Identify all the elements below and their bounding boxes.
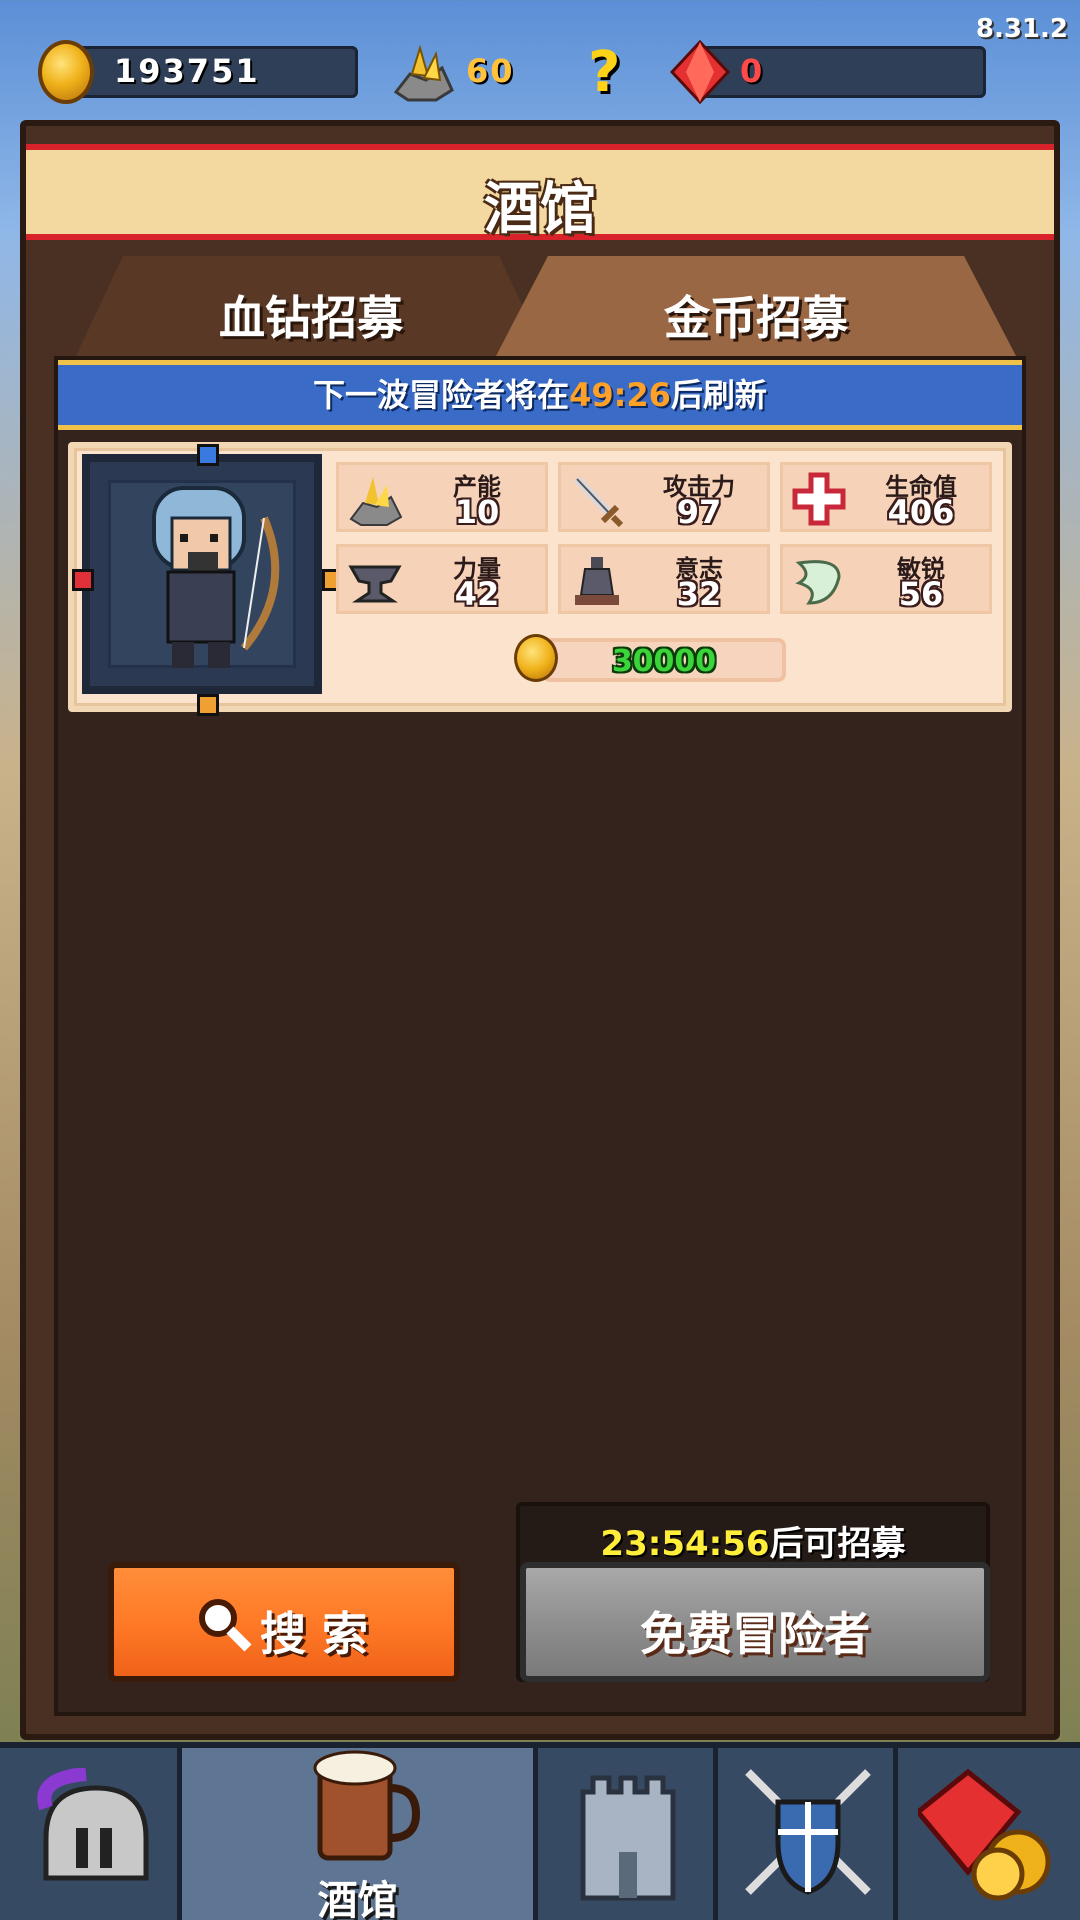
free-adventurer-label: 免费冒险者 <box>640 1607 870 1661</box>
refresh-banner: 下一波冒险者将在49:26后刷新 <box>58 360 1022 430</box>
ore-amount: 60 <box>466 52 515 90</box>
stat-attack: 攻击力 97 <box>558 462 770 532</box>
price-amount: 30000 <box>611 644 717 679</box>
panel-title: 酒馆 <box>484 177 596 242</box>
free-timer-countdown: 23:54:56 <box>600 1524 770 1564</box>
stat-productivity: 产能 10 <box>336 462 548 532</box>
ore-icon <box>349 477 403 526</box>
stat-value: 406 <box>887 493 955 531</box>
statue-icon <box>575 557 619 605</box>
tab-gold-recruit[interactable]: 金币招募 <box>496 256 1016 356</box>
stat-value: 32 <box>676 575 722 613</box>
stat-value: 56 <box>898 575 944 613</box>
wing-icon <box>795 560 841 605</box>
nav-item-tavern[interactable]: 酒馆 <box>182 1748 538 1920</box>
panel-title-bar: 酒馆 <box>26 144 1054 242</box>
crossed-swords-shield-icon <box>745 1769 871 1895</box>
free-timer-suffix: 后可招募 <box>769 1524 906 1564</box>
nav-item-shop[interactable] <box>898 1748 1080 1920</box>
free-recruit-timer: 23:54:56后可招募 <box>520 1516 986 1565</box>
stat-health: 生命值 406 <box>780 462 992 532</box>
gold-resource: 193751 <box>38 40 358 104</box>
portrait-corner-bottom <box>197 694 219 716</box>
tab-label: 金币招募 <box>664 291 848 345</box>
red-gem-icon <box>670 40 730 104</box>
stat-value: 97 <box>676 493 722 531</box>
tavern-panel: 酒馆 血钻招募 金币招募 下一波冒险者将在49:26后刷新 产能 10 攻击力 … <box>20 120 1060 1740</box>
tab-label: 血钻招募 <box>219 291 403 345</box>
portrait-corner-top <box>197 444 219 466</box>
portrait-corner-left <box>72 569 94 591</box>
refresh-suffix: 后刷新 <box>670 376 767 414</box>
gem-resource: 0 <box>670 40 986 104</box>
gold-coin-icon <box>514 634 558 682</box>
stat-willpower: 意志 32 <box>558 544 770 614</box>
tavern-mug-icon <box>313 1750 420 1861</box>
stat-perception: 敏锐 56 <box>780 544 992 614</box>
nav-item-heroes[interactable] <box>0 1748 182 1920</box>
tab-blood-diamond-recruit[interactable]: 血钻招募 <box>76 256 546 356</box>
adventurer-portrait[interactable] <box>72 444 344 716</box>
stat-value: 10 <box>454 493 500 531</box>
gem-coins-icon <box>918 1768 1051 1901</box>
helmet-icon <box>37 1768 149 1881</box>
castle-tower-icon <box>580 1775 676 1901</box>
search-button[interactable]: 搜 索 <box>108 1562 460 1682</box>
archer-hero-icon <box>152 486 280 668</box>
nav-item-battle[interactable] <box>718 1748 898 1920</box>
ore-icon <box>393 44 454 102</box>
nav-label-tavern: 酒馆 <box>317 1878 398 1920</box>
free-adventurer-button[interactable]: 免费冒险者 <box>520 1562 990 1682</box>
stat-strength: 力量 42 <box>336 544 548 614</box>
gold-amount: 193751 <box>114 52 260 90</box>
gold-coin-icon <box>38 40 94 104</box>
version-label: 8.31.2 <box>975 14 1068 44</box>
search-label: 搜 索 <box>259 1607 368 1661</box>
anvil-icon <box>348 565 402 603</box>
help-icon: ? <box>588 40 621 105</box>
gem-amount: 0 <box>740 52 765 90</box>
recruit-price: 30000 <box>542 638 786 682</box>
nav-item-castle[interactable] <box>538 1748 718 1920</box>
sword-icon <box>574 476 624 527</box>
refresh-countdown: 49:26 <box>569 376 671 414</box>
refresh-prefix: 下一波冒险者将在 <box>313 376 570 414</box>
health-cross-icon <box>792 472 846 526</box>
adventurer-card[interactable]: 产能 10 攻击力 97 生命值 406 力量 42 意志 32 敏锐 56 3… <box>68 442 1012 716</box>
bottom-nav: 酒馆 <box>0 1742 1080 1920</box>
stat-value: 42 <box>454 575 500 613</box>
help-button[interactable]: ? <box>588 40 632 105</box>
